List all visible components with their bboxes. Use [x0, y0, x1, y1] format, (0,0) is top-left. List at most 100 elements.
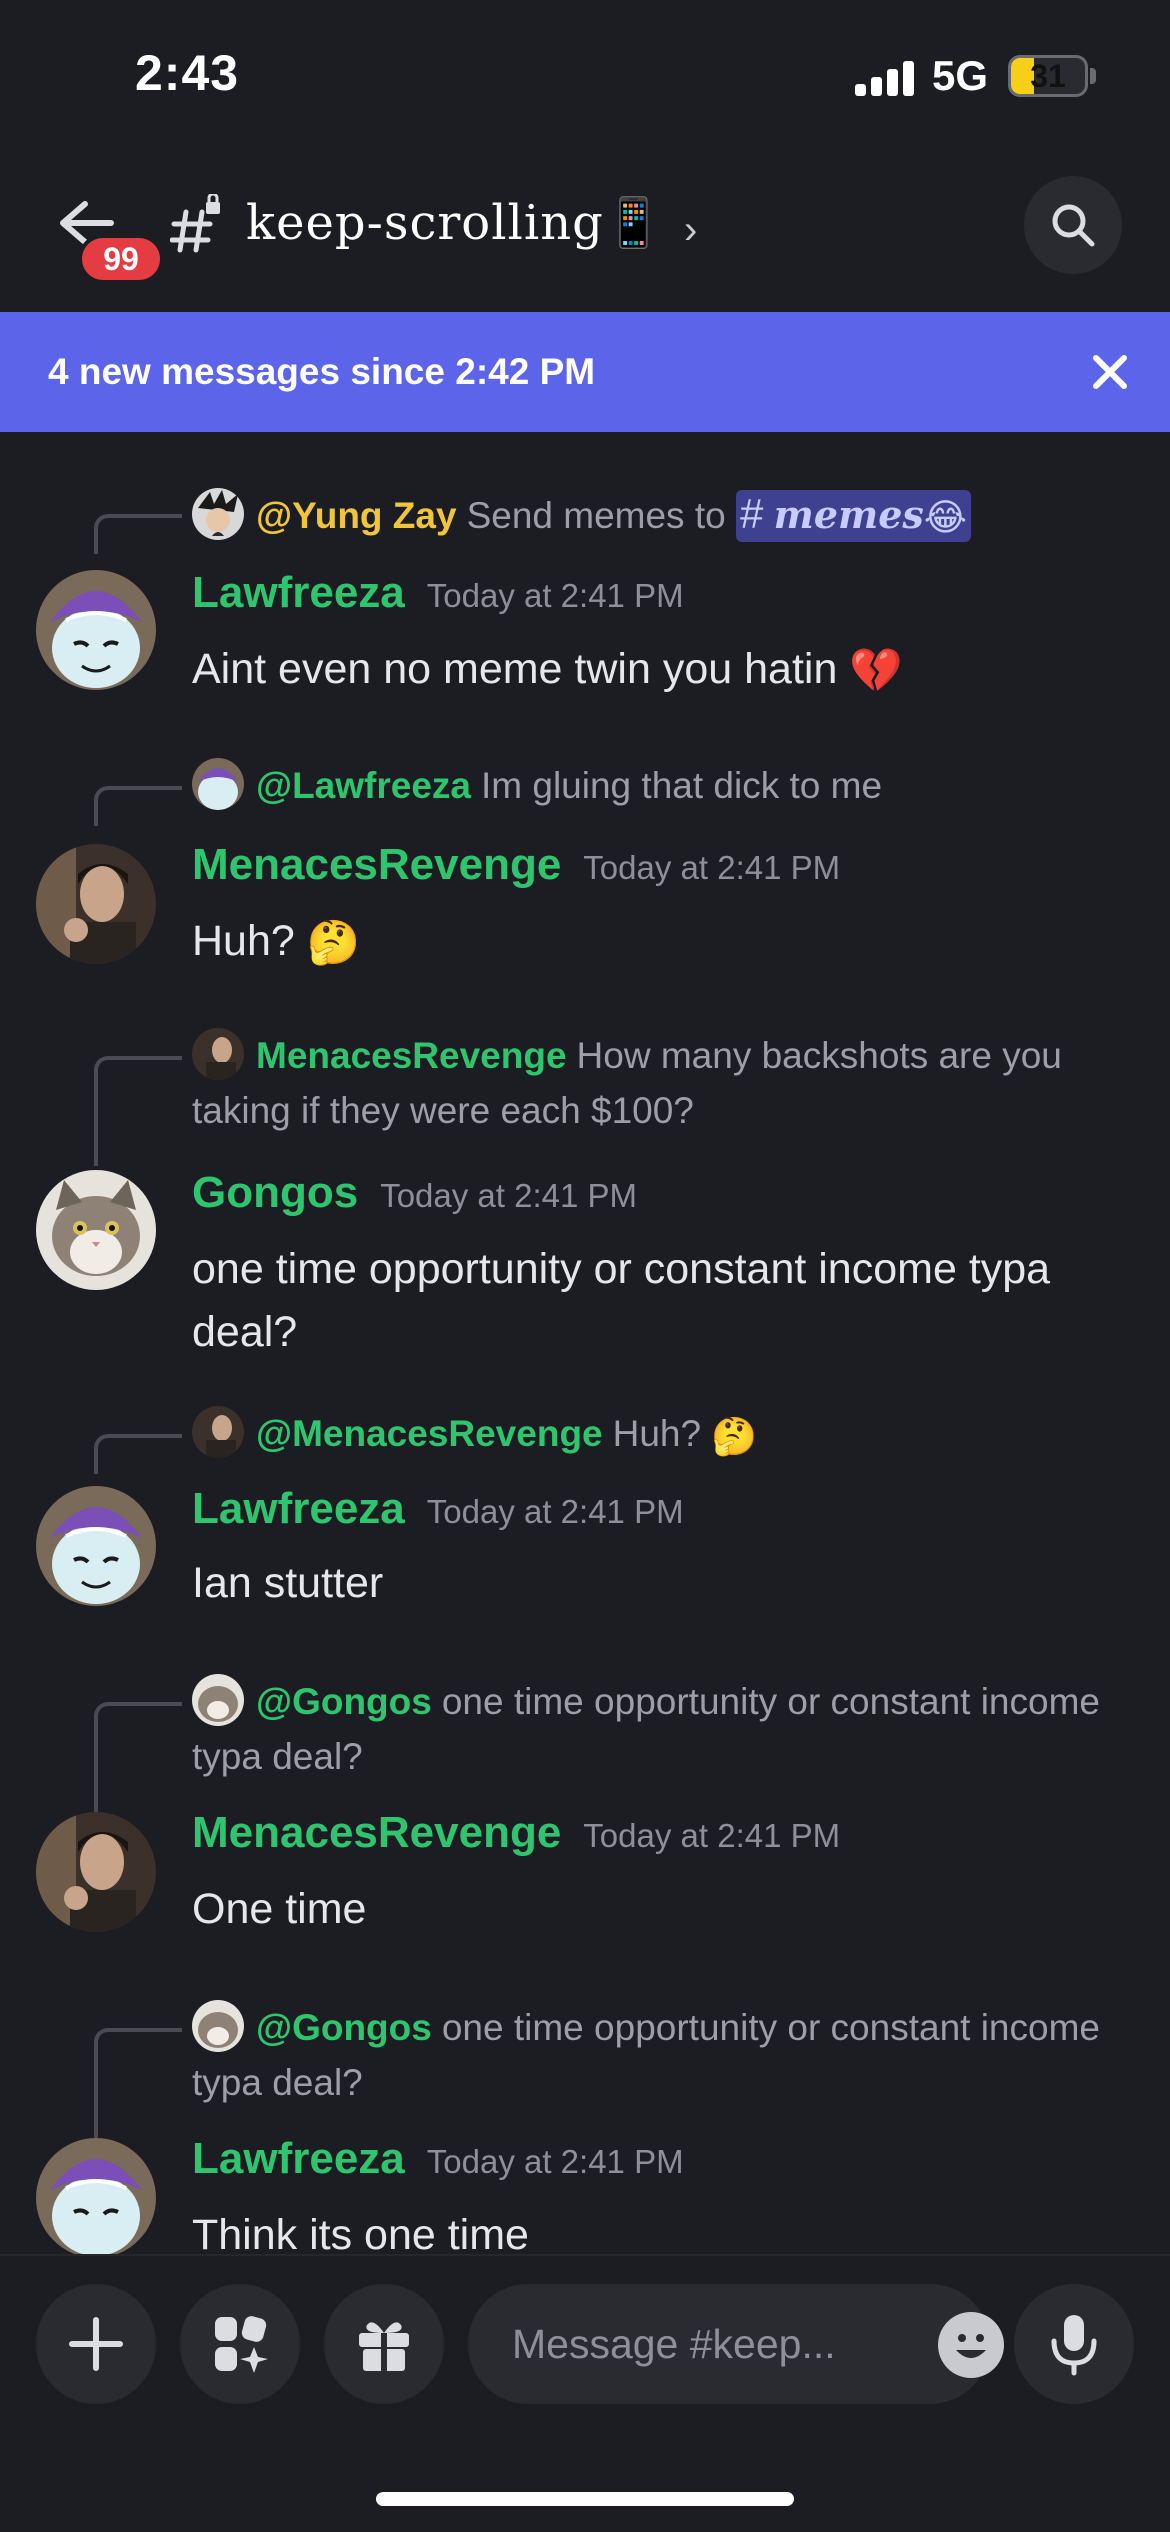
message-item[interactable]: @Yung Zay Send memes to # memes😂 Lawfreez… — [0, 480, 1170, 730]
message-item[interactable]: MenacesRevenge How many backshots are you… — [0, 1022, 1170, 1356]
avatar[interactable] — [36, 1812, 156, 1932]
author-name[interactable]: MenacesRevenge — [192, 1808, 561, 1857]
close-icon[interactable] — [1088, 350, 1132, 394]
battery-icon: 31 — [1008, 55, 1088, 97]
reply-avatar — [192, 1028, 244, 1080]
gift-button[interactable] — [324, 2284, 444, 2404]
message-placeholder: Message #keep... — [512, 2320, 836, 2367]
plus-button[interactable] — [36, 2284, 156, 2404]
reply-author[interactable]: @Gongos — [256, 1681, 432, 1722]
apps-icon — [215, 2316, 268, 2373]
timestamp: Today at 2:41 PM — [583, 1817, 841, 1854]
avatar[interactable] — [36, 1170, 156, 1290]
reply-avatar — [192, 1674, 244, 1726]
reply-text: Send memes to — [466, 495, 736, 536]
plus-icon — [69, 2317, 123, 2371]
reply-text: Huh? — [612, 1413, 702, 1454]
reply-preview[interactable]: MenacesRevenge How many backshots are you… — [192, 1028, 1130, 1138]
avatar[interactable] — [36, 2138, 156, 2254]
reply-author[interactable]: MenacesRevenge — [256, 1035, 567, 1076]
reply-preview[interactable]: @MenacesRevenge Huh? 🤔 — [192, 1406, 1130, 1464]
status-bar: 2:43 5G 31 — [0, 0, 1170, 150]
reply-connector — [94, 1434, 182, 1474]
apps-button[interactable] — [180, 2284, 300, 2404]
message-composer: Message #keep... — [0, 2254, 1170, 2532]
laughing-emoji: 😂 — [923, 497, 968, 539]
avatar[interactable] — [36, 844, 156, 964]
reply-text: Im gluing that dick to me — [481, 765, 883, 806]
home-indicator[interactable] — [376, 2492, 794, 2506]
channel-header: 99 keep-scrolling📱 › — [0, 150, 1170, 312]
emoji-icon[interactable] — [938, 2312, 1004, 2378]
timestamp: Today at 2:41 PM — [380, 1177, 638, 1214]
channel-hash-icon — [169, 192, 226, 254]
reply-connector — [94, 1702, 182, 1812]
timestamp: Today at 2:41 PM — [426, 577, 684, 614]
author-name[interactable]: MenacesRevenge — [192, 840, 561, 889]
battery-nub — [1090, 68, 1096, 84]
network-label: 5G — [932, 52, 989, 99]
message-item[interactable]: @MenacesRevenge Huh? 🤔 Lawfreeza Today at … — [0, 1400, 1170, 1650]
reply-avatar — [192, 758, 244, 810]
author-name[interactable]: Gongos — [192, 1168, 358, 1217]
reply-author[interactable]: @MenacesRevenge — [256, 1413, 603, 1454]
message-text: One time — [192, 1885, 367, 1933]
microphone-icon — [1051, 2315, 1097, 2376]
message-header: MenacesRevenge Today at 2:41 PM — [192, 840, 840, 890]
search-button[interactable] — [1024, 176, 1122, 274]
timestamp: Today at 2:41 PM — [426, 2143, 684, 2180]
search-icon — [1052, 204, 1095, 247]
message-input[interactable]: Message #keep... — [468, 2284, 990, 2404]
mention-hash: # — [739, 490, 764, 537]
author-name[interactable]: Lawfreeza — [192, 568, 405, 617]
chevron-right-icon[interactable]: › — [684, 208, 697, 253]
reply-author[interactable]: @Lawfreeza — [256, 765, 471, 806]
reply-author[interactable]: @Gongos — [256, 2007, 432, 2048]
reply-author[interactable]: @Yung Zay — [256, 495, 457, 536]
broken-heart-emoji: 💔 — [849, 647, 903, 696]
message-item[interactable]: @Gongos one time opportunity or constant … — [0, 1668, 1170, 1968]
message-header: Lawfreeza Today at 2:41 PM — [192, 1484, 684, 1534]
message-text: Aint even no meme twin you hatin 💔 — [192, 638, 1130, 703]
thinking-emoji: 🤔 — [306, 919, 361, 968]
message-body: Aint even no meme twin you hatin — [192, 645, 838, 693]
reply-connector — [94, 514, 182, 554]
reply-connector — [94, 1056, 182, 1166]
reply-connector — [94, 2028, 182, 2138]
microphone-button[interactable] — [1014, 2284, 1134, 2404]
channel-name[interactable]: keep-scrolling📱 — [246, 194, 665, 251]
timestamp: Today at 2:41 PM — [583, 849, 841, 886]
author-name[interactable]: Lawfreeza — [192, 2134, 405, 2183]
message-text: Think its one time — [192, 2211, 529, 2254]
message-header: Gongos Today at 2:41 PM — [192, 1168, 637, 1218]
message-text: Ian stutter — [192, 1559, 384, 1607]
reply-avatar — [192, 2000, 244, 2052]
gift-icon — [359, 2322, 409, 2371]
avatar[interactable] — [36, 570, 156, 690]
reply-preview[interactable]: @Lawfreeza Im gluing that dick to me — [192, 758, 1130, 813]
author-name[interactable]: Lawfreeza — [192, 1484, 405, 1533]
reply-preview[interactable]: @Gongos one time opportunity or constant … — [192, 2000, 1130, 2110]
battery-percent: 31 — [1030, 57, 1066, 94]
message-item[interactable]: @Gongos one time opportunity or constant … — [0, 1994, 1170, 2254]
message-item[interactable]: @Lawfreeza Im gluing that dick to me Mena… — [0, 752, 1170, 1002]
message-header: MenacesRevenge Today at 2:41 PM — [192, 1808, 840, 1858]
signal-icon — [855, 60, 915, 96]
avatar[interactable] — [36, 1486, 156, 1606]
unread-badge: 99 — [78, 234, 164, 284]
thinking-emoji: 🤔 — [711, 1415, 758, 1457]
reply-avatar — [192, 488, 244, 540]
message-header: Lawfreeza Today at 2:41 PM — [192, 568, 684, 618]
channel-mention[interactable]: # memes😂 — [735, 490, 972, 543]
message-body: Huh? — [192, 917, 295, 965]
message-text: one time opportunity or constant income … — [192, 1245, 1051, 1356]
reply-avatar — [192, 1406, 244, 1458]
status-time: 2:43 — [135, 45, 240, 101]
mention-text: memes — [773, 492, 924, 537]
reply-preview[interactable]: @Yung Zay Send memes to # memes😂 — [192, 488, 1130, 543]
new-messages-text: 4 new messages since 2:42 PM — [48, 351, 596, 392]
message-text: Huh? 🤔 — [192, 910, 1130, 975]
new-messages-banner[interactable]: 4 new messages since 2:42 PM — [0, 312, 1170, 432]
reply-preview[interactable]: @Gongos one time opportunity or constant … — [192, 1674, 1130, 1784]
message-list[interactable]: @Yung Zay Send memes to # memes😂 Lawfreez… — [0, 432, 1170, 2254]
